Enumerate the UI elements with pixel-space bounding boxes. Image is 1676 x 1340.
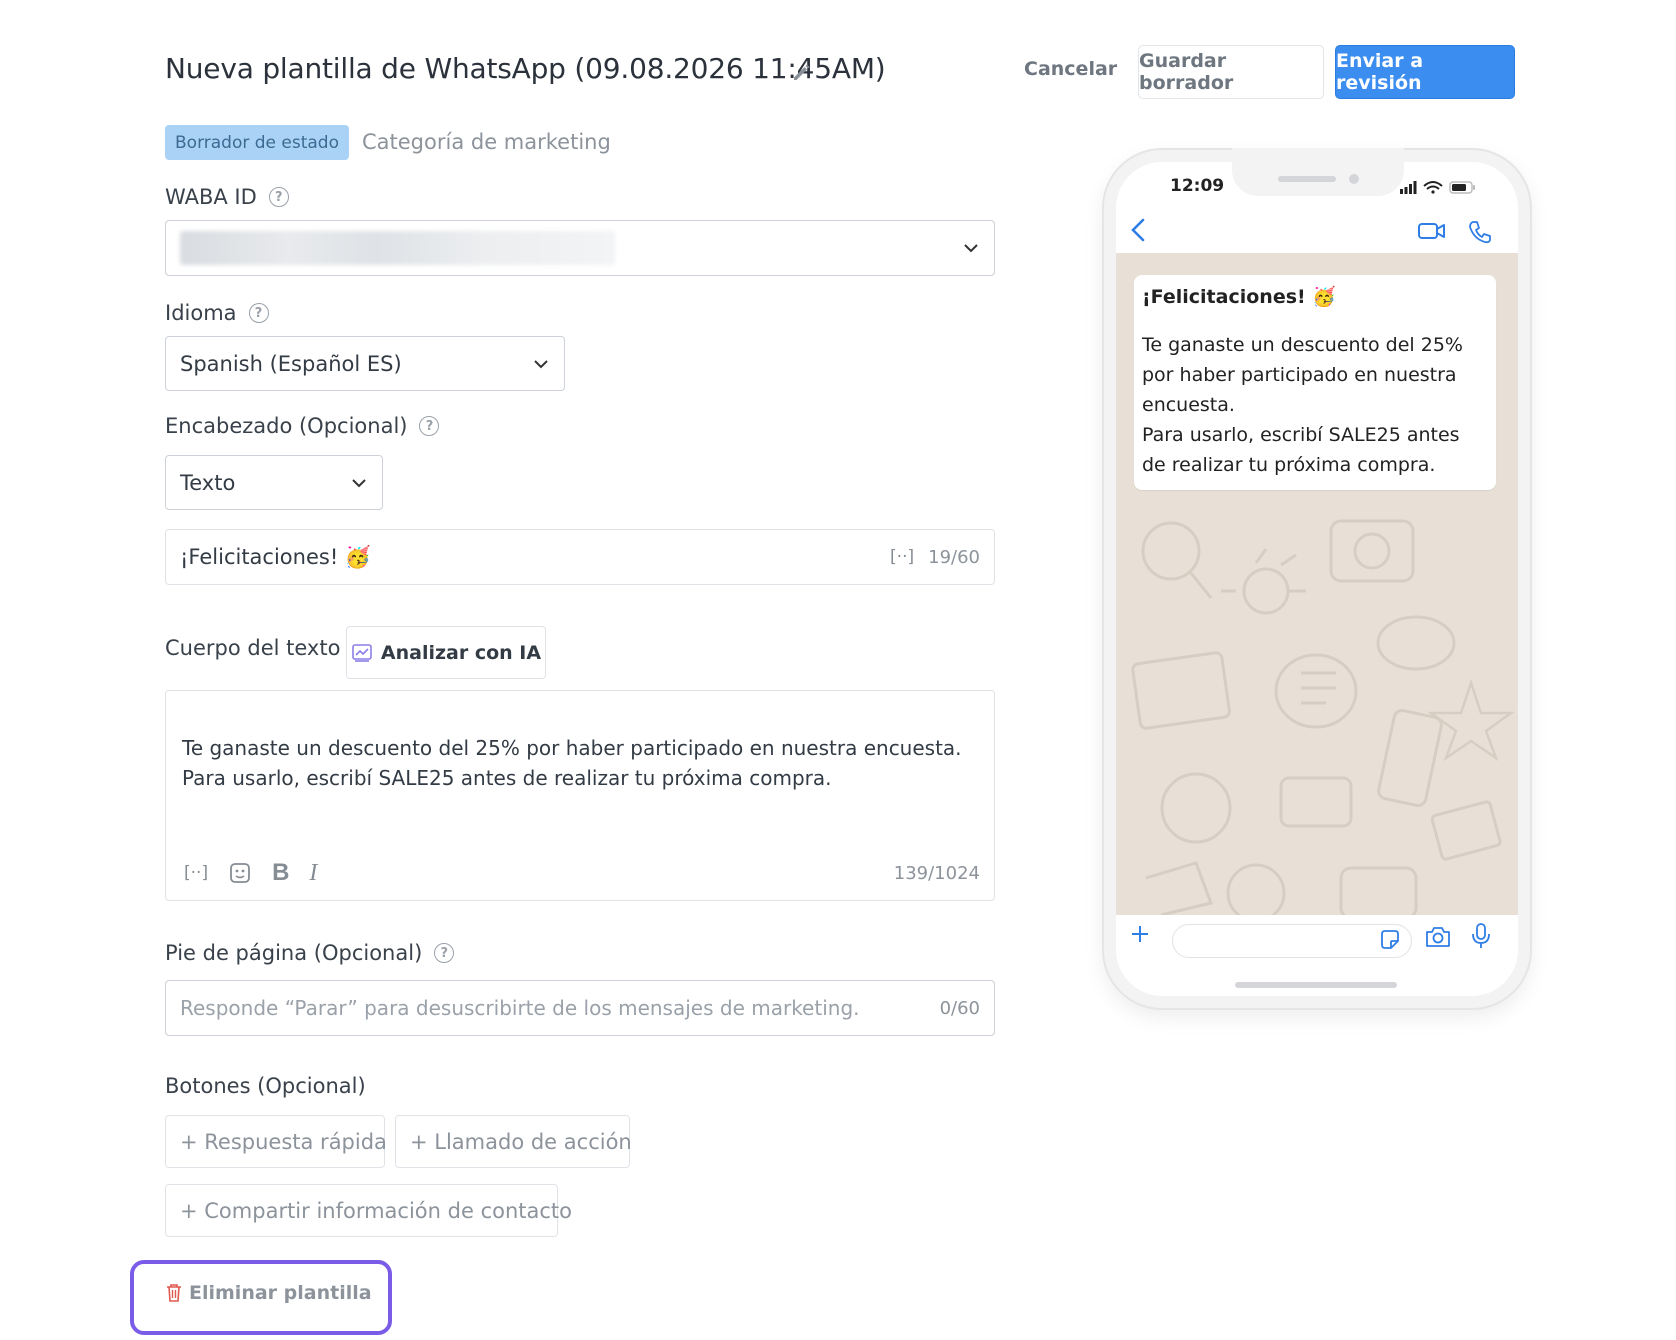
sticker-icon[interactable]: [1378, 928, 1402, 952]
footer-input[interactable]: Responde “Parar” para desuscribirte de l…: [165, 980, 995, 1036]
body-char-counter: 139/1024: [893, 863, 980, 884]
phone-time: 12:09: [1170, 176, 1225, 196]
language-selected-value: Spanish (Español ES): [180, 351, 402, 376]
buttons-label: Botones (Opcional): [165, 1074, 366, 1098]
language-select[interactable]: Spanish (Español ES): [165, 336, 565, 391]
signal-icon: [1400, 181, 1417, 194]
header-label-text: Encabezado (Opcional): [165, 414, 408, 438]
sticker-icon[interactable]: [228, 861, 252, 885]
home-indicator: [1235, 982, 1397, 988]
submit-review-button[interactable]: Enviar a revisión: [1335, 45, 1515, 99]
pencil-icon[interactable]: [790, 60, 814, 84]
body-text-value: Te ganaste un descuento del 25% por habe…: [182, 736, 962, 790]
call-to-action-button[interactable]: + Llamado de acción: [395, 1115, 632, 1168]
waba-id-select[interactable]: [165, 220, 995, 276]
chevron-down-icon: [352, 478, 366, 487]
wifi-icon: [1423, 181, 1443, 194]
help-icon[interactable]: ?: [434, 943, 455, 963]
delete-template-label: Eliminar plantilla: [189, 1282, 372, 1304]
cancel-button[interactable]: Cancelar: [1024, 58, 1117, 80]
chevron-down-icon: [964, 244, 978, 253]
variable-icon[interactable]: [··]: [184, 863, 208, 883]
help-icon[interactable]: ?: [268, 187, 289, 207]
footer-placeholder: Responde “Parar” para desuscribirte de l…: [180, 996, 860, 1020]
plus-icon[interactable]: [1128, 922, 1152, 946]
message-header: ¡Felicitaciones! 🥳: [1142, 286, 1336, 308]
header-text-input[interactable]: ¡Felicitaciones! 🥳 [··] 19/60: [165, 529, 995, 585]
trash-icon: [167, 1284, 181, 1302]
battery-icon: [1449, 181, 1475, 194]
message-body: Te ganaste un descuento del 25% por habe…: [1142, 334, 1463, 476]
analyze-ai-label: Analizar con IA: [380, 641, 542, 664]
footer-label: Pie de página (Opcional) ?: [165, 941, 455, 965]
header-type-value: Texto: [180, 470, 236, 495]
camera-icon[interactable]: [1424, 924, 1452, 950]
video-icon[interactable]: [1417, 220, 1447, 242]
waba-id-label: WABA ID ?: [165, 185, 289, 209]
variable-icon[interactable]: [··]: [890, 547, 914, 567]
phone-message-input[interactable]: [1172, 924, 1412, 958]
bold-icon[interactable]: B: [272, 859, 289, 887]
header-label: Encabezado (Opcional) ?: [165, 414, 440, 438]
category-label: Categoría de marketing: [362, 130, 611, 154]
phone-icon[interactable]: [1467, 219, 1493, 245]
waba-id-value-redacted: [180, 231, 615, 265]
ai-icon: [352, 643, 372, 662]
header-type-select[interactable]: Texto: [165, 455, 383, 510]
body-textarea[interactable]: Te ganaste un descuento del 25% por habe…: [165, 690, 995, 901]
status-bar-icons: [1400, 181, 1475, 194]
language-label-text: Idioma: [165, 301, 237, 325]
header-text-value: ¡Felicitaciones! 🥳: [180, 544, 372, 569]
phone-camera: [1349, 174, 1359, 184]
chevron-down-icon: [534, 359, 548, 368]
waba-id-label-text: WABA ID: [165, 185, 257, 209]
status-badge: Borrador de estado: [165, 125, 349, 160]
phone-speaker: [1278, 176, 1336, 182]
page-title: Nueva plantilla de WhatsApp (09.08.2026 …: [165, 52, 886, 85]
body-label: Cuerpo del texto: [165, 636, 341, 660]
footer-label-text: Pie de página (Opcional): [165, 941, 423, 965]
quick-reply-button[interactable]: + Respuesta rápida: [165, 1115, 387, 1168]
help-icon[interactable]: ?: [248, 303, 269, 323]
footer-char-counter: 0/60: [939, 997, 980, 1019]
header-char-counter: 19/60: [928, 546, 980, 568]
language-label: Idioma ?: [165, 301, 269, 325]
back-icon[interactable]: [1128, 217, 1150, 243]
italic-icon[interactable]: I: [309, 860, 317, 887]
analyze-ai-button[interactable]: Analizar con IA: [346, 626, 546, 679]
phone-notch: [1232, 148, 1404, 196]
message-bubble: ¡Felicitaciones! 🥳 Te ganaste un descuen…: [1134, 275, 1496, 490]
share-contact-button[interactable]: + Compartir información de contacto: [165, 1184, 572, 1237]
save-draft-button[interactable]: Guardar borrador: [1138, 45, 1324, 99]
help-icon[interactable]: ?: [419, 416, 440, 436]
mic-icon[interactable]: [1470, 922, 1492, 950]
delete-template-button[interactable]: Eliminar plantilla: [165, 1282, 372, 1304]
